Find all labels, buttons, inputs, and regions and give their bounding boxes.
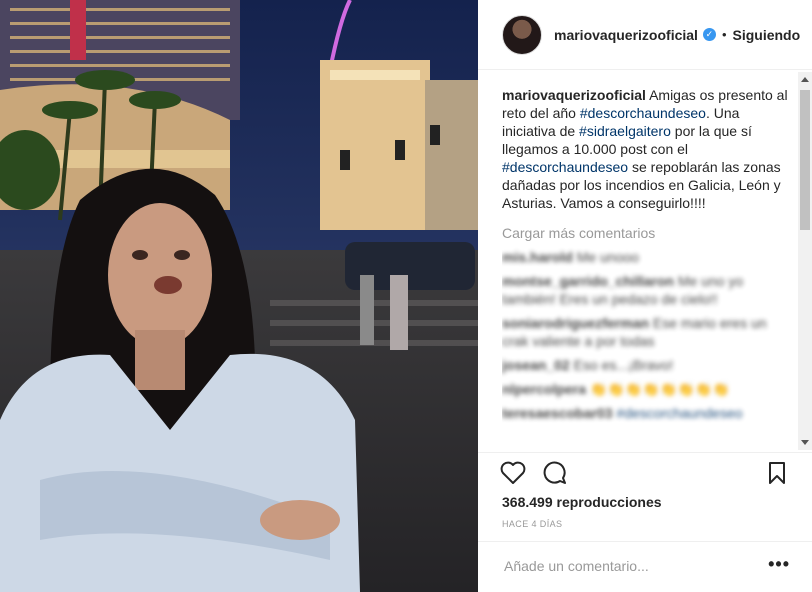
comment-item: soniarodriguezferman Ese mario eres un c… [502, 314, 796, 350]
heart-icon[interactable] [500, 461, 526, 490]
post-info-panel: mariovaquerizooficial ✓ • Siguiendo mari… [478, 0, 812, 592]
scroll-down-arrow-icon[interactable] [801, 440, 809, 445]
comment-text: Eso es...¡Bravo! [573, 357, 674, 373]
views-count[interactable]: 368.499 reproducciones [502, 494, 662, 510]
caption-username[interactable]: mariovaquerizooficial [502, 87, 646, 103]
comment-bubble-icon[interactable] [542, 461, 568, 490]
more-options-icon[interactable]: ••• [768, 554, 790, 575]
header-username[interactable]: mariovaquerizooficial [554, 27, 698, 43]
comment-username[interactable]: montse_garrido_chillaron [502, 273, 674, 289]
hashtag-link[interactable]: #descorchaundeseo [580, 105, 706, 121]
comment-item: mis.harold Me unooo [502, 248, 796, 266]
post-header: mariovaquerizooficial ✓ • Siguiendo [478, 0, 812, 70]
hashtag-link[interactable]: #descorchaundeseo [502, 159, 628, 175]
media-scene [0, 0, 478, 592]
header-separator: • [721, 27, 727, 42]
comment-text[interactable]: #descorchaundeseo [616, 405, 742, 421]
comment-item: teresaescobar03 #descorchaundeseo [502, 404, 796, 422]
comment-item: josean_02 Eso es...¡Bravo! [502, 356, 796, 374]
comment-text: Me unooo [576, 249, 639, 265]
following-button[interactable]: Siguiendo [733, 27, 801, 43]
bookmark-icon[interactable] [767, 461, 787, 490]
add-comment-input[interactable] [502, 557, 756, 575]
comment-username[interactable]: mis.harold [502, 249, 573, 265]
comment-username[interactable]: teresaescobar03 [502, 405, 613, 421]
post-caption: mariovaquerizooficial Amigas os presento… [502, 86, 796, 212]
post-media[interactable] [0, 0, 478, 592]
profile-avatar[interactable] [502, 14, 542, 55]
scrollbar-thumb[interactable] [800, 90, 810, 230]
scroll-up-arrow-icon[interactable] [801, 77, 809, 82]
comment-item: montse_garrido_chillaron Me uno yo tambi… [502, 272, 796, 308]
verified-badge-icon: ✓ [702, 28, 716, 41]
comment-username[interactable]: nlpercolpera [502, 381, 586, 397]
comment-item: nlpercolpera 👏👏👏👏👏👏👏👏 [502, 380, 796, 398]
hashtag-link[interactable]: #sidraelgaitero [579, 123, 671, 139]
comment-text: 👏👏👏👏👏👏👏👏 [589, 381, 730, 397]
comment-username[interactable]: josean_02 [502, 357, 570, 373]
comments-scrollbar[interactable] [798, 72, 812, 450]
action-bar [478, 452, 812, 493]
add-comment-bar: ••• [478, 541, 812, 592]
comments-list[interactable]: mariovaquerizooficial Amigas os presento… [502, 72, 796, 450]
post-date[interactable]: HACE 4 DÍAS [502, 519, 562, 529]
load-more-comments-button[interactable]: Cargar más comentarios [502, 224, 796, 242]
comment-username[interactable]: soniarodriguezferman [502, 315, 649, 331]
